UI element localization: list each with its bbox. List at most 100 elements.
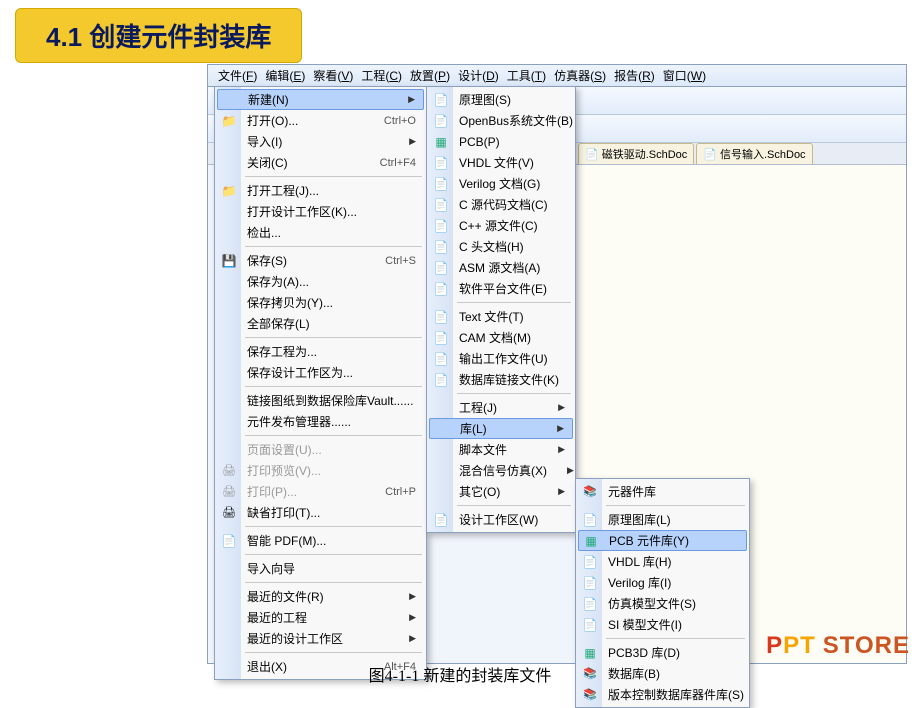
file-menu-item-25[interactable]: 智能 PDF(M)... bbox=[217, 530, 424, 551]
new-menu-item-11[interactable]: Text 文件(T) bbox=[429, 306, 573, 327]
lib-icon bbox=[582, 484, 598, 500]
menubar-item-R[interactable]: 报告(R) bbox=[610, 65, 659, 86]
document-tab[interactable]: 📄信号输入.SchDoc bbox=[696, 143, 812, 164]
submenu-arrow-icon: ▶ bbox=[409, 136, 416, 147]
file-menu-item-2[interactable]: 导入(I)▶ bbox=[217, 131, 424, 152]
file-menu-item-5[interactable]: 打开工程(J)... bbox=[217, 180, 424, 201]
menu-item-label: 导入向导 bbox=[247, 560, 416, 577]
menu-separator bbox=[245, 582, 422, 583]
menu-item-label: 输出工作文件(U) bbox=[459, 350, 565, 367]
menu-separator bbox=[245, 526, 422, 527]
lib-menu-item-4[interactable]: VHDL 库(H) bbox=[578, 551, 747, 572]
document-tab[interactable]: 📄磁铁驱动.SchDoc bbox=[578, 143, 694, 164]
menubar-item-S[interactable]: 仿真器(S) bbox=[550, 65, 610, 86]
file-menu-item-30[interactable]: 最近的工程▶ bbox=[217, 607, 424, 628]
menubar-item-F[interactable]: 文件(F) bbox=[214, 65, 261, 86]
new-menu-item-20[interactable]: 其它(O)▶ bbox=[429, 481, 573, 502]
doc-icon bbox=[433, 176, 449, 192]
file-menu-item-1[interactable]: 打开(O)...Ctrl+O bbox=[217, 110, 424, 131]
doc-icon bbox=[433, 92, 449, 108]
menu-separator bbox=[457, 302, 571, 303]
file-menu-item-27[interactable]: 导入向导 bbox=[217, 558, 424, 579]
menu-shortcut: Ctrl+F4 bbox=[380, 157, 416, 169]
lib-menu-item-9[interactable]: PCB3D 库(D) bbox=[578, 642, 747, 663]
new-menu-item-4[interactable]: Verilog 文档(G) bbox=[429, 173, 573, 194]
file-menu-item-14[interactable]: 保存工程为... bbox=[217, 341, 424, 362]
new-menu-item-9[interactable]: 软件平台文件(E) bbox=[429, 278, 573, 299]
menu-separator bbox=[245, 554, 422, 555]
new-menu-item-22[interactable]: 设计工作区(W) bbox=[429, 509, 573, 530]
new-menu-item-8[interactable]: ASM 源文档(A) bbox=[429, 257, 573, 278]
new-menu-item-16[interactable]: 工程(J) ▶ bbox=[429, 397, 573, 418]
doc-icon bbox=[433, 512, 449, 528]
menu-item-label: 工程(J) bbox=[459, 399, 538, 416]
lib-menu-item-2[interactable]: 原理图库(L) bbox=[578, 509, 747, 530]
doc-icon bbox=[433, 260, 449, 276]
menu-item-label: PCB3D 库(D) bbox=[608, 644, 739, 661]
submenu-arrow-icon: ▶ bbox=[557, 423, 564, 434]
file-menu-item-11[interactable]: 保存拷贝为(Y)... bbox=[217, 292, 424, 313]
file-menu-item-9[interactable]: 保存(S)Ctrl+S bbox=[217, 250, 424, 271]
submenu-arrow-icon: ▶ bbox=[558, 402, 565, 413]
menu-item-label: 最近的工程 bbox=[247, 609, 389, 626]
file-menu-item-12[interactable]: 全部保存(L) bbox=[217, 313, 424, 334]
print-icon bbox=[221, 463, 237, 479]
menu-item-label: 新建(N) bbox=[248, 91, 388, 108]
menu-item-label: 打印(P)... bbox=[247, 483, 365, 500]
new-menu-item-1[interactable]: OpenBus系统文件(B) bbox=[429, 110, 573, 131]
new-menu-item-7[interactable]: C 头文档(H) bbox=[429, 236, 573, 257]
menu-item-label: 仿真模型文件(S) bbox=[608, 595, 739, 612]
menu-separator bbox=[245, 246, 422, 247]
file-menu-item-18[interactable]: 元件发布管理器...... bbox=[217, 411, 424, 432]
file-menu-item-23[interactable]: 缺省打印(T)... bbox=[217, 502, 424, 523]
menu-item-label: 打开工程(J)... bbox=[247, 182, 416, 199]
new-menu-item-19[interactable]: 混合信号仿真(X)▶ bbox=[429, 460, 573, 481]
menubar-item-T[interactable]: 工具(T) bbox=[503, 65, 550, 86]
menu-item-label: 保存为(A)... bbox=[247, 273, 416, 290]
file-menu-item-31[interactable]: 最近的设计工作区▶ bbox=[217, 628, 424, 649]
new-menu-item-3[interactable]: VHDL 文件(V) bbox=[429, 152, 573, 173]
lib-menu-item-0[interactable]: 元器件库 bbox=[578, 481, 747, 502]
file-menu-item-15[interactable]: 保存设计工作区为... bbox=[217, 362, 424, 383]
new-menu-item-12[interactable]: CAM 文档(M) bbox=[429, 327, 573, 348]
doc-icon bbox=[433, 113, 449, 129]
new-menu-item-13[interactable]: 输出工作文件(U) bbox=[429, 348, 573, 369]
menu-item-label: VHDL 库(H) bbox=[608, 553, 739, 570]
file-menu-item-6[interactable]: 打开设计工作区(K)... bbox=[217, 201, 424, 222]
figure-caption: 图4-1-1 新建的封装库文件 bbox=[0, 662, 920, 686]
file-menu-item-29[interactable]: 最近的文件(R)▶ bbox=[217, 586, 424, 607]
file-menu-item-17[interactable]: 链接图纸到数据保险库Vault...... bbox=[217, 390, 424, 411]
menubar-item-E[interactable]: 编辑(E) bbox=[261, 65, 309, 86]
new-menu-item-5[interactable]: C 源代码文档(C) bbox=[429, 194, 573, 215]
file-menu-item-7[interactable]: 检出... bbox=[217, 222, 424, 243]
file-menu-item-20: 页面设置(U)... bbox=[217, 439, 424, 460]
menubar-item-C[interactable]: 工程(C) bbox=[357, 65, 406, 86]
lib-menu-item-7[interactable]: SI 模型文件(I) bbox=[578, 614, 747, 635]
new-menu-item-14[interactable]: 数据库链接文件(K) bbox=[429, 369, 573, 390]
menu-item-label: 保存工程为... bbox=[247, 343, 416, 360]
new-menu-item-17[interactable]: 库(L)▶ bbox=[429, 418, 573, 439]
lib-menu-item-3[interactable]: PCB 元件库(Y) bbox=[578, 530, 747, 551]
menu-separator bbox=[245, 435, 422, 436]
menu-item-label: 链接图纸到数据保险库Vault...... bbox=[247, 392, 416, 409]
lib-menu-item-6[interactable]: 仿真模型文件(S) bbox=[578, 593, 747, 614]
menubar-item-D[interactable]: 设计(D) bbox=[454, 65, 503, 86]
new-menu-item-0[interactable]: 原理图(S) bbox=[429, 89, 573, 110]
menu-item-label: 软件平台文件(E) bbox=[459, 280, 565, 297]
new-menu-item-18[interactable]: 脚本文件▶ bbox=[429, 439, 573, 460]
menu-item-label: 页面设置(U)... bbox=[247, 441, 416, 458]
new-menu-item-2[interactable]: PCB(P) bbox=[429, 131, 573, 152]
new-menu-item-6[interactable]: C++ 源文件(C) bbox=[429, 215, 573, 236]
lib-menu-item-11[interactable]: 版本控制数据库器件库(S) bbox=[578, 684, 747, 705]
lib-menu-item-5[interactable]: Verilog 库(I) bbox=[578, 572, 747, 593]
file-menu-item-0[interactable]: 新建(N)▶ bbox=[217, 89, 424, 110]
menu-item-label: 元器件库 bbox=[608, 483, 739, 500]
menubar-item-P[interactable]: 放置(P) bbox=[406, 65, 454, 86]
menu-item-label: SI 模型文件(I) bbox=[608, 616, 739, 633]
menubar-item-W[interactable]: 窗口(W) bbox=[659, 65, 710, 86]
file-menu-item-10[interactable]: 保存为(A)... bbox=[217, 271, 424, 292]
doc-icon bbox=[582, 554, 598, 570]
menubar-item-V[interactable]: 察看(V) bbox=[309, 65, 357, 86]
file-menu-item-3[interactable]: 关闭(C)Ctrl+F4 bbox=[217, 152, 424, 173]
slide-title: 4.1 创建元件封装库 bbox=[15, 8, 302, 63]
